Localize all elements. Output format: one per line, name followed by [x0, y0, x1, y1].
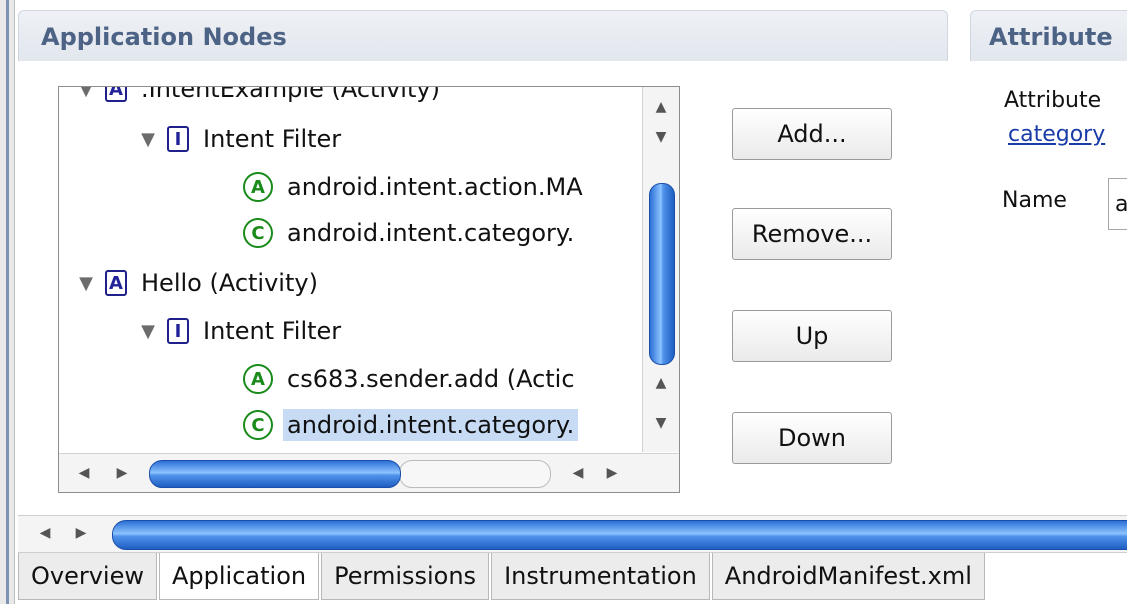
up-button[interactable]: Up	[732, 310, 892, 362]
tree-node-label: android.intent.action.MA	[287, 173, 583, 201]
horizontal-scroll-track	[399, 460, 551, 488]
tree-node-label: Intent Filter	[203, 125, 342, 153]
scroll-right-arrow-icon[interactable]: ▶	[109, 460, 135, 486]
tab-androidmanifest-xml[interactable]: AndroidManifest.xml	[711, 553, 985, 600]
horizontal-scroll-thumb[interactable]	[149, 460, 401, 488]
tree-node-label: cs683.sender.add (Actic	[287, 365, 575, 393]
application-nodes-title: Application Nodes	[41, 23, 287, 51]
tree-row-intent-filter[interactable]: ▼ I Intent Filter	[135, 311, 345, 351]
intent-filter-icon: I	[167, 318, 189, 344]
attributes-title: Attribute	[989, 23, 1113, 51]
tree-row-category[interactable]: C android.intent.category.	[243, 213, 578, 253]
category-icon: C	[243, 218, 273, 248]
tree-row-intent-filter[interactable]: ▼ I Intent Filter	[135, 119, 345, 159]
tab-overview[interactable]: Overview	[18, 553, 157, 600]
tree-node-label: .IntentExample (Activity)	[141, 87, 440, 103]
expanded-triangle-icon[interactable]: ▼	[135, 321, 161, 342]
expanded-triangle-icon[interactable]: ▼	[73, 87, 99, 100]
attributes-section: Attribute	[970, 10, 1127, 505]
activity-icon: A	[105, 270, 127, 296]
add-button[interactable]: Add...	[732, 108, 892, 160]
expanded-triangle-icon[interactable]: ▼	[135, 129, 161, 150]
category-icon: C	[243, 410, 273, 440]
scroll-left-arrow-icon[interactable]: ◀	[565, 460, 591, 486]
tree-row-hello-activity[interactable]: ▼ A Hello (Activity)	[73, 263, 322, 303]
tree-node-label: Intent Filter	[203, 317, 342, 345]
scroll-left-arrow-icon[interactable]: ◀	[71, 460, 97, 486]
scroll-left-arrow-icon[interactable]: ◀	[32, 520, 58, 546]
tree-content: ▼ A .IntentExample (Activity) ▼ I Intent…	[59, 87, 641, 452]
editor-tabs: Overview Application Permissions Instrum…	[18, 553, 987, 603]
tree-row-category-selected[interactable]: C android.intent.category.	[243, 405, 579, 445]
tree-horizontal-scrollbar[interactable]: ◀ ▶ ◀ ▶	[59, 453, 679, 492]
remove-button[interactable]: Remove...	[732, 208, 892, 260]
tree-vertical-scrollbar[interactable]: ▲ ▼ ▲ ▼	[642, 87, 679, 452]
tree-row-action-main[interactable]: A android.intent.action.MA	[243, 167, 587, 207]
action-icon: A	[243, 172, 273, 202]
scroll-up-arrow-icon[interactable]: ▲	[643, 93, 679, 121]
activity-icon: A	[105, 87, 127, 102]
tree-node-label: Hello (Activity)	[141, 269, 318, 297]
tab-application[interactable]: Application	[159, 553, 320, 600]
tree-node-label: android.intent.category.	[283, 409, 579, 441]
editor-left-border	[0, 0, 15, 604]
intent-filter-icon: I	[167, 126, 189, 152]
tree-row-intentexample-activity[interactable]: ▼ A .IntentExample (Activity)	[73, 87, 444, 109]
scroll-down-arrow-icon[interactable]: ▼	[643, 409, 679, 437]
name-input[interactable]: a	[1108, 178, 1127, 230]
vertical-scroll-thumb[interactable]	[649, 183, 675, 365]
expanded-triangle-icon[interactable]: ▼	[73, 273, 99, 294]
application-tree[interactable]: ▼ A .IntentExample (Activity) ▼ I Intent…	[58, 86, 680, 493]
name-label: Name	[1002, 188, 1067, 213]
attributes-header: Attribute	[970, 10, 1127, 61]
tab-instrumentation[interactable]: Instrumentation	[491, 553, 710, 600]
down-button[interactable]: Down	[732, 412, 892, 464]
category-link[interactable]: category	[1008, 122, 1105, 147]
scroll-right-arrow-icon[interactable]: ▶	[68, 520, 94, 546]
tree-row-sender-add[interactable]: A cs683.sender.add (Actic	[243, 359, 579, 399]
action-icon: A	[243, 364, 273, 394]
editor-horizontal-scrollbar[interactable]: ◀ ▶	[18, 515, 1127, 553]
tab-permissions[interactable]: Permissions	[321, 553, 490, 600]
application-nodes-header: Application Nodes	[18, 10, 948, 61]
editor-horizontal-scroll-thumb[interactable]	[112, 520, 1127, 550]
scroll-down-arrow-icon[interactable]: ▼	[643, 123, 679, 151]
tree-node-label: android.intent.category.	[287, 219, 575, 247]
attributes-label: Attribute	[1004, 88, 1102, 113]
scroll-up-arrow-icon[interactable]: ▲	[643, 369, 679, 397]
scroll-right-arrow-icon[interactable]: ▶	[599, 460, 625, 486]
